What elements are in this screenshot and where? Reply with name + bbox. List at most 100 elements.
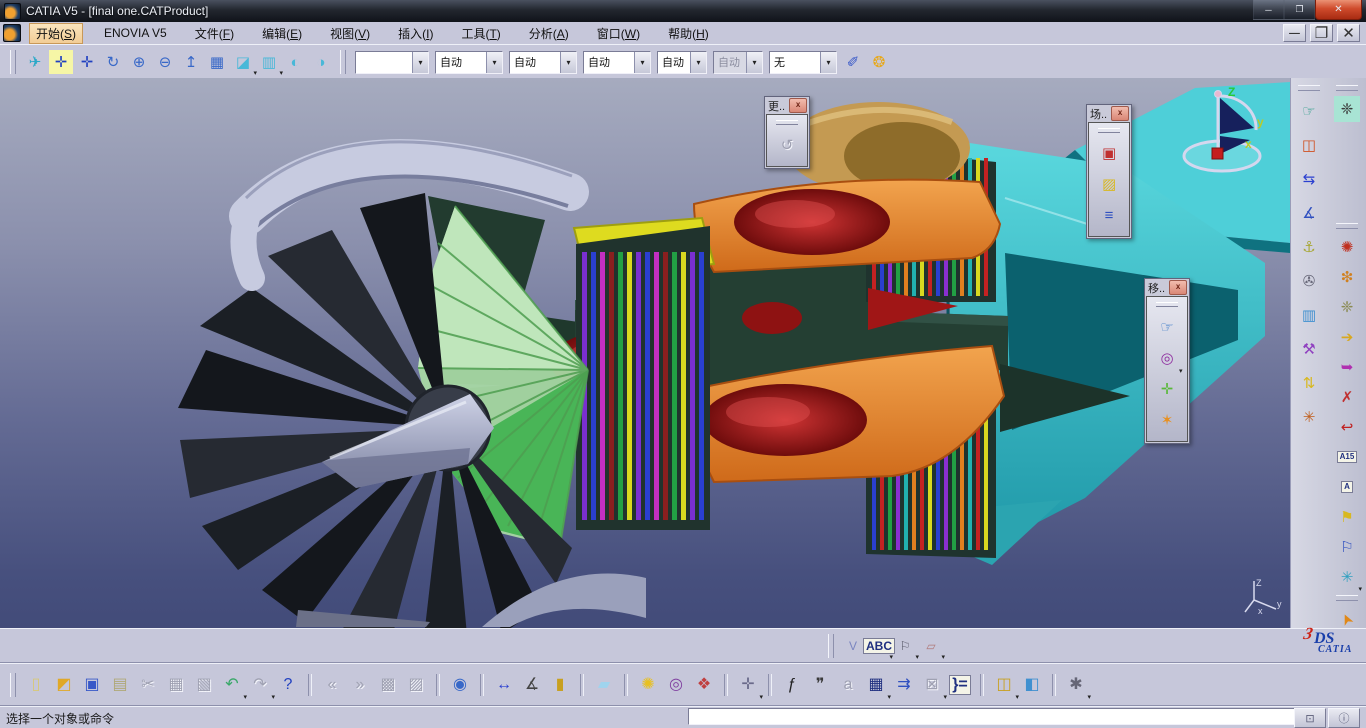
dropdown-arrow-icon[interactable]: ▾: [820, 51, 836, 73]
manipulation-icon[interactable]: ☞: [1154, 314, 1181, 341]
toolbar-drag-handle[interactable]: [1098, 128, 1121, 133]
thickness-combo[interactable]: 自动 ▾: [509, 50, 577, 74]
measure-triangle-icon[interactable]: ∡: [1296, 200, 1322, 226]
title-bar[interactable]: CATIA V5 - [final one.CATProduct] ─ ❐ ✕: [0, 0, 1366, 22]
mdi-restore-button[interactable]: ❐: [1310, 24, 1333, 42]
toolbar-drag-handle[interactable]: [776, 120, 799, 125]
close-button[interactable]: ✕: [1315, 0, 1362, 20]
dropdown-arrow-icon[interactable]: ▾: [759, 693, 763, 701]
menu-item-4[interactable]: 编辑(E): [255, 23, 309, 44]
swap-visible-space-icon[interactable]: ◑: [309, 50, 333, 74]
dropdown-arrow-icon[interactable]: ▾: [634, 51, 650, 73]
info-button[interactable]: ⓘ: [1328, 708, 1360, 728]
rotate-icon[interactable]: ↻: [101, 50, 125, 74]
dropdown-arrow-icon[interactable]: ▾: [690, 51, 706, 73]
distance-band-icon[interactable]: ⇆: [1296, 166, 1322, 192]
numbering-icon[interactable]: A15: [1334, 444, 1360, 470]
workbench-gears-icon[interactable]: ❈: [1334, 96, 1360, 122]
import-doc-icon[interactable]: ➥: [1334, 354, 1360, 380]
scene-overview-icon[interactable]: ▨: [1096, 171, 1123, 198]
fit-all-icon[interactable]: ✛: [49, 50, 73, 74]
minimize-button[interactable]: ─: [1253, 0, 1284, 20]
menu-item-9[interactable]: 窗口(W): [590, 23, 647, 44]
layer-combo[interactable]: 无 ▾: [769, 50, 837, 74]
power-input[interactable]: [688, 708, 1296, 725]
apply-material-icon[interactable]: ❖: [691, 672, 717, 698]
open-catalog-icon[interactable]: ◧: [1019, 672, 1045, 698]
flag-callout-icon[interactable]: ⚐ ▾: [893, 634, 919, 661]
new-component-doc-icon[interactable]: ❇: [1334, 264, 1360, 290]
toolbar-drag-handle[interactable]: [340, 50, 346, 74]
dropdown-arrow-icon[interactable]: ▾: [1087, 693, 1091, 701]
hide-show-icon[interactable]: ◐: [283, 50, 307, 74]
reorder-tree-icon[interactable]: ↩: [1334, 414, 1360, 440]
enhanced-scene-icon[interactable]: ▣: [1096, 140, 1123, 167]
tank-measure-icon[interactable]: ▥: [1296, 302, 1322, 328]
dropdown-arrow-icon[interactable]: ▾: [560, 51, 576, 73]
dropdown-arrow-icon[interactable]: ▾: [1179, 367, 1183, 375]
gear-doc-icon[interactable]: ❈: [1334, 294, 1360, 320]
relations-icon[interactable]: ⇉: [891, 672, 917, 698]
update-assembly-icon[interactable]: ✺: [1334, 234, 1360, 260]
measure-between-icon[interactable]: ↔: [491, 672, 517, 698]
dropdown-arrow-icon[interactable]: ▾: [941, 653, 945, 661]
toolbar-drag-handle[interactable]: [1156, 302, 1179, 307]
swap-arrows-icon[interactable]: ⇅: [1296, 370, 1322, 396]
shading-style-icon[interactable]: ▥ ▾: [257, 50, 283, 78]
menu-item-3[interactable]: 文件(F): [188, 23, 241, 44]
menu-item-7[interactable]: 工具(T): [454, 23, 507, 44]
menu-item-10[interactable]: 帮助(H): [661, 23, 716, 44]
expand-input-button[interactable]: ⊡: [1294, 708, 1326, 728]
knowledge-pattern-icon[interactable]: ✳ ▾: [1334, 564, 1362, 594]
zoom-in-icon[interactable]: ⊕: [127, 50, 151, 74]
iso-view-icon[interactable]: ◪ ▾: [231, 50, 257, 78]
menu-item-1[interactable]: 开始(S): [29, 22, 84, 44]
linetype-combo[interactable]: 自动 ▾: [435, 50, 503, 74]
flag-note-icon[interactable]: ⚑: [1334, 504, 1360, 530]
measure-item-icon[interactable]: ∡: [519, 672, 545, 698]
snap-icon[interactable]: ◎ ▾: [1154, 345, 1183, 375]
text-note-icon[interactable]: A: [1334, 474, 1360, 500]
light-wizard-icon[interactable]: ❂: [867, 50, 891, 74]
menu-item-2[interactable]: ENOVIA V5: [97, 24, 174, 42]
open-folder-icon[interactable]: ◩: [51, 672, 77, 698]
export-doc-icon[interactable]: ➔: [1334, 324, 1360, 350]
3d-compass[interactable]: Z y x: [1178, 84, 1268, 176]
save-icon[interactable]: ▣: [79, 672, 105, 698]
commands-gear-icon[interactable]: ✱ ▾: [1063, 672, 1091, 701]
mdi-minimize-button[interactable]: ─: [1283, 24, 1306, 42]
toolbar-drag-handle[interactable]: [1336, 223, 1358, 229]
gears-sparkle-icon[interactable]: ✳: [1296, 404, 1322, 430]
quick-render-icon[interactable]: ◎: [663, 672, 689, 698]
menu-item-6[interactable]: 插入(I): [391, 23, 440, 44]
close-icon[interactable]: x: [1111, 106, 1130, 121]
scene-list-icon[interactable]: ≡: [1096, 202, 1123, 229]
point-symbol-combo[interactable]: 自动 ▾: [583, 50, 651, 74]
update-toolbar[interactable]: 更.. x ↺: [764, 96, 811, 169]
menu-item-5[interactable]: 视图(V): [323, 23, 377, 44]
scenes-toolbar[interactable]: 场.. x ▣ ▨ ≡: [1086, 104, 1133, 239]
manipulation-hand-icon[interactable]: ☞: [1296, 98, 1322, 124]
toolbar-drag-handle[interactable]: [1298, 85, 1320, 91]
color-combo[interactable]: ▾: [355, 50, 429, 74]
comment-icon[interactable]: ❞: [807, 672, 833, 698]
render-style-combo[interactable]: 自动 ▾: [657, 50, 707, 74]
mdi-close-button[interactable]: ✕: [1337, 24, 1360, 42]
painter-icon[interactable]: ✐: [841, 50, 865, 74]
multi-view-icon[interactable]: ▦: [205, 50, 229, 74]
undo-icon[interactable]: ↶ ▾: [219, 672, 247, 701]
attach-clip-icon[interactable]: ✇: [1296, 268, 1322, 294]
weld-symbol-icon[interactable]: V: [841, 634, 865, 658]
explode-icon[interactable]: ✛: [1154, 376, 1181, 403]
close-icon[interactable]: x: [789, 98, 808, 113]
dropdown-arrow-icon[interactable]: ▾: [1358, 585, 1362, 593]
rule-editor-icon[interactable]: }=: [947, 672, 973, 698]
eraser-pad-icon[interactable]: ▰: [591, 672, 617, 698]
design-table-icon[interactable]: ▦ ▾: [863, 672, 891, 701]
render-light-icon[interactable]: ✺: [635, 672, 661, 698]
manipulation-snap-icon[interactable]: ✛ ▾: [735, 672, 763, 701]
fly-review-icon[interactable]: ◉: [447, 672, 473, 698]
delete-component-icon[interactable]: ✗: [1334, 384, 1360, 410]
clash-detection-icon[interactable]: ✶: [1154, 407, 1181, 434]
context-help-icon[interactable]: ?: [275, 672, 301, 698]
